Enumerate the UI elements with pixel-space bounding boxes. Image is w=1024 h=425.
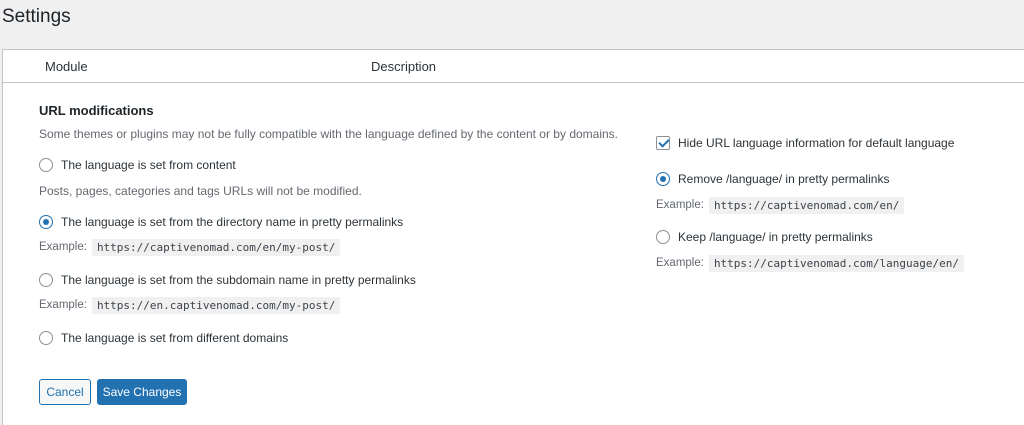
radio-button[interactable]: [39, 273, 53, 287]
radio-option-keep-language[interactable]: Keep /language/ in pretty permalinks: [656, 228, 873, 246]
hide-default-language-checkbox[interactable]: Hide URL language information for defaul…: [656, 134, 954, 152]
radio-option-directory[interactable]: The language is set from the directory n…: [39, 213, 403, 231]
example-label: Example:: [39, 241, 87, 253]
compatibility-warning: Some themes or plugins may not be fully …: [39, 127, 619, 141]
example-url: https://captivenomad.com/en/: [708, 196, 905, 214]
example-url: https://captivenomad.com/language/en/: [708, 254, 964, 272]
table-header: Module Description: [3, 50, 1024, 83]
example-directory: Example: https://captivenomad.com/en/my-…: [39, 237, 341, 257]
radio-label: The language is set from the subdomain n…: [61, 273, 416, 287]
settings-panel: Module Description URL modifications Som…: [2, 49, 1024, 425]
example-subdomain: Example: https://en.captivenomad.com/my-…: [39, 295, 341, 315]
column-header-description: Description: [371, 59, 437, 74]
example-label: Example:: [39, 299, 87, 311]
cancel-button[interactable]: Cancel: [39, 379, 91, 405]
column-header-module: Module: [45, 59, 88, 74]
page-title: Settings: [2, 6, 71, 27]
radio-label: The language is set from the directory n…: [61, 215, 404, 229]
example-keep-language: Example: https://captivenomad.com/langua…: [656, 253, 964, 273]
radio-option-remove-language[interactable]: Remove /language/ in pretty permalinks: [656, 170, 889, 188]
section-title: URL modifications: [39, 103, 154, 118]
example-remove-language: Example: https://captivenomad.com/en/: [656, 195, 905, 215]
radio-option-content[interactable]: The language is set from content: [39, 156, 236, 174]
radio-option-domains[interactable]: The language is set from different domai…: [39, 329, 288, 347]
radio-label: Keep /language/ in pretty permalinks: [678, 230, 873, 244]
radio-button-checked[interactable]: [39, 215, 53, 229]
radio-label: The language is set from content: [61, 158, 236, 172]
save-changes-button[interactable]: Save Changes: [97, 379, 187, 405]
example-label: Example:: [656, 257, 704, 269]
radio-button[interactable]: [39, 158, 53, 172]
example-label: Example:: [656, 199, 704, 211]
radio-button[interactable]: [656, 230, 670, 244]
option-note: Posts, pages, categories and tags URLs w…: [39, 184, 362, 198]
checkbox-label: Hide URL language information for defaul…: [678, 136, 955, 150]
checkbox-checked[interactable]: [656, 136, 670, 150]
example-url: https://captivenomad.com/en/my-post/: [91, 238, 341, 256]
radio-button-checked[interactable]: [656, 172, 670, 186]
radio-label: Remove /language/ in pretty permalinks: [678, 172, 890, 186]
radio-option-subdomain[interactable]: The language is set from the subdomain n…: [39, 271, 416, 289]
radio-button[interactable]: [39, 331, 53, 345]
radio-label: The language is set from different domai…: [61, 331, 289, 345]
example-url: https://en.captivenomad.com/my-post/: [91, 296, 341, 314]
